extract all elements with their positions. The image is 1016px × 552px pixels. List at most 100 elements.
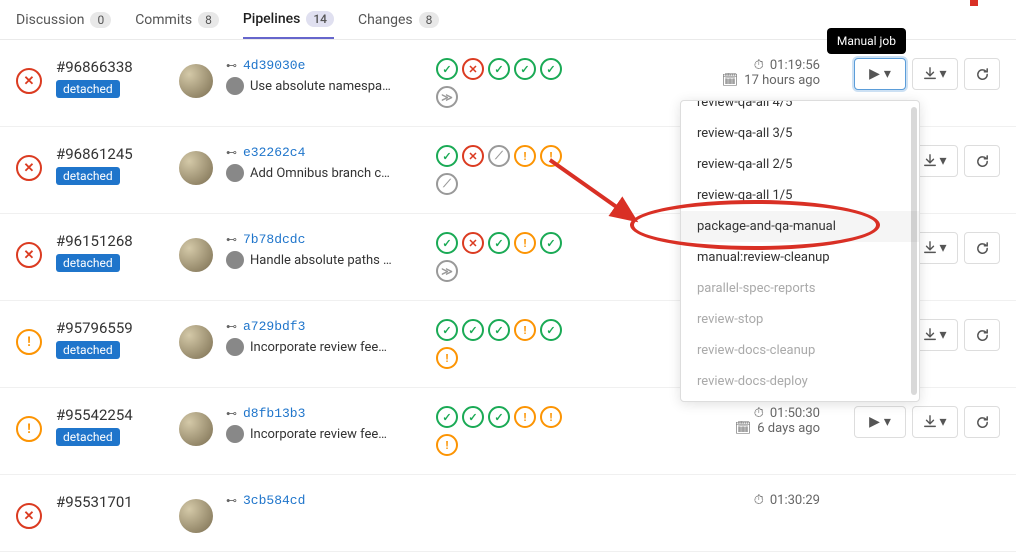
download-icon <box>923 67 937 81</box>
pipeline-status-icon[interactable]: ✕ <box>16 68 42 94</box>
mini-avatar[interactable] <box>226 425 244 443</box>
caret-down-icon: ▾ <box>939 327 946 343</box>
timestamp: 17 hours ago <box>744 73 820 88</box>
tab-discussion[interactable]: Discussion 0 <box>16 0 111 39</box>
stage-pass-icon[interactable]: ✓ <box>462 319 484 341</box>
retry-button[interactable] <box>964 319 1000 351</box>
avatar[interactable] <box>179 412 213 446</box>
commit-message[interactable]: Use absolute namespa… <box>250 79 391 94</box>
pipeline-id[interactable]: #96866338 <box>56 58 166 76</box>
commit-icon: ⊷ <box>226 233 237 246</box>
pipeline-status-icon[interactable]: ✕ <box>16 242 42 268</box>
caret-down-icon: ▾ <box>939 66 946 82</box>
stage-pass-icon[interactable]: ✓ <box>436 232 458 254</box>
stage-fail-icon[interactable]: ✕ <box>462 145 484 167</box>
pipeline-status-icon[interactable]: ✕ <box>16 503 42 529</box>
stage-pass-icon[interactable]: ✓ <box>540 232 562 254</box>
mini-avatar[interactable] <box>226 338 244 356</box>
stage-skip-icon[interactable]: ⟋ <box>436 173 458 195</box>
commit-sha[interactable]: e32262c4 <box>243 145 305 160</box>
manual-jobs-dropdown[interactable]: review-qa-all 4/5review-qa-all 3/5review… <box>680 100 920 402</box>
dropdown-item[interactable]: review-qa-all 2/5 <box>681 149 919 180</box>
download-icon <box>923 415 937 429</box>
stage-row: ✓✓✓!✓ <box>436 319 636 341</box>
manual-play-button[interactable]: ▶▾ <box>854 406 906 438</box>
dropdown-item[interactable]: manual:review-cleanup <box>681 242 919 273</box>
commit-sha[interactable]: a729bdf3 <box>243 319 305 334</box>
dropdown-scrollbar[interactable] <box>911 107 917 395</box>
download-button[interactable]: ▾ <box>912 58 958 90</box>
commit-sha[interactable]: 7b78dcdc <box>243 232 305 247</box>
pipeline-status-icon[interactable]: ✕ <box>16 155 42 181</box>
timestamp: 6 days ago <box>757 421 820 436</box>
stage-row: ✓✕✓!✓ <box>436 232 636 254</box>
dropdown-item[interactable]: package-and-qa-manual <box>681 211 919 242</box>
tab-count: 14 <box>306 11 334 27</box>
dropdown-item[interactable]: review-qa-all 4/5 <box>681 100 919 118</box>
mini-avatar[interactable] <box>226 251 244 269</box>
stage-warn-icon[interactable]: ! <box>514 406 536 428</box>
stage-pass-icon[interactable]: ✓ <box>514 58 536 80</box>
commit-sha[interactable]: d8fb13b3 <box>243 406 305 421</box>
dropdown-item[interactable]: review-qa-all 3/5 <box>681 118 919 149</box>
dropdown-item: review-docs-deploy <box>681 366 919 397</box>
avatar[interactable] <box>179 64 213 98</box>
stage-pass-icon[interactable]: ✓ <box>488 406 510 428</box>
caret-down-icon: ▾ <box>939 153 946 169</box>
commit-sha[interactable]: 3cb584cd <box>243 493 305 508</box>
dropdown-item[interactable]: review-qa-all 1/5 <box>681 180 919 211</box>
retry-button[interactable] <box>964 58 1000 90</box>
pipeline-id[interactable]: #96861245 <box>56 145 166 163</box>
pipeline-id[interactable]: #96151268 <box>56 232 166 250</box>
stage-warn-icon[interactable]: ! <box>514 319 536 341</box>
stage-fail-icon[interactable]: ✕ <box>462 232 484 254</box>
stage-skip-icon[interactable]: ⟋ <box>488 145 510 167</box>
manual-play-button[interactable]: ▶▾ <box>854 58 906 90</box>
caret-down-icon: ▾ <box>884 414 891 430</box>
stage-pass-icon[interactable]: ✓ <box>436 145 458 167</box>
download-icon <box>923 241 937 255</box>
stage-pass-icon[interactable]: ✓ <box>488 232 510 254</box>
pipeline-id[interactable]: #95542254 <box>56 406 166 424</box>
stage-fail-icon[interactable]: ✕ <box>462 58 484 80</box>
stage-warn-icon[interactable]: ! <box>514 232 536 254</box>
stage-warn-icon[interactable]: ! <box>514 145 536 167</box>
retry-button[interactable] <box>964 145 1000 177</box>
stage-pass-icon[interactable]: ✓ <box>436 319 458 341</box>
stage-warn-icon[interactable]: ! <box>540 406 562 428</box>
mini-avatar[interactable] <box>226 77 244 95</box>
tab-commits[interactable]: Commits 8 <box>135 0 219 39</box>
avatar[interactable] <box>179 325 213 359</box>
stage-extra-icon[interactable]: ≫ <box>436 260 458 282</box>
stage-pass-icon[interactable]: ✓ <box>436 58 458 80</box>
tab-count: 0 <box>90 12 111 28</box>
stage-warn-icon[interactable]: ! <box>436 434 458 456</box>
pipeline-status-icon[interactable]: ! <box>16 329 42 355</box>
tab-changes[interactable]: Changes 8 <box>358 0 439 39</box>
avatar[interactable] <box>179 238 213 272</box>
commit-message[interactable]: Incorporate review fee… <box>250 340 387 355</box>
retry-button[interactable] <box>964 232 1000 264</box>
stage-pass-icon[interactable]: ✓ <box>462 406 484 428</box>
pipeline-status-icon[interactable]: ! <box>16 416 42 442</box>
clock-icon: ⏱ <box>754 58 764 73</box>
commit-message[interactable]: Handle absolute paths … <box>250 253 392 268</box>
stage-pass-icon[interactable]: ✓ <box>488 319 510 341</box>
stage-pass-icon[interactable]: ✓ <box>488 58 510 80</box>
commit-message[interactable]: Add Omnibus branch c… <box>250 166 390 181</box>
stage-pass-icon[interactable]: ✓ <box>540 58 562 80</box>
commit-message[interactable]: Incorporate review fee… <box>250 427 387 442</box>
stage-pass-icon[interactable]: ✓ <box>540 319 562 341</box>
stage-warn-icon[interactable]: ! <box>436 347 458 369</box>
avatar[interactable] <box>179 151 213 185</box>
commit-sha[interactable]: 4d39030e <box>243 58 305 73</box>
stage-pass-icon[interactable]: ✓ <box>436 406 458 428</box>
mini-avatar[interactable] <box>226 164 244 182</box>
retry-button[interactable] <box>964 406 1000 438</box>
stage-extra-icon[interactable]: ≫ <box>436 86 458 108</box>
download-button[interactable]: ▾ <box>912 406 958 438</box>
pipeline-id[interactable]: #95531701 <box>56 493 166 511</box>
pipeline-id[interactable]: #95796559 <box>56 319 166 337</box>
tab-pipelines[interactable]: Pipelines 14 <box>243 0 334 39</box>
stage-warn-icon[interactable]: ! <box>540 145 562 167</box>
